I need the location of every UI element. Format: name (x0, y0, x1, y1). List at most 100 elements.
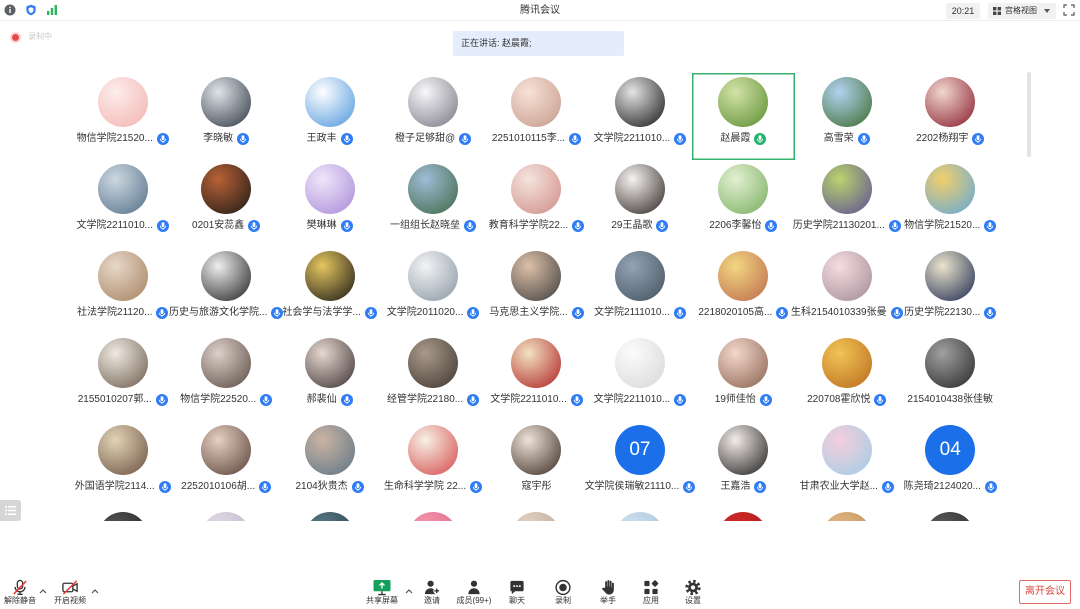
participant-name: 甘肃农业大学赵... (799, 481, 878, 492)
participant-name: 物信学院22520... (180, 394, 257, 405)
network-signal-icon[interactable] (46, 4, 58, 16)
participant-tile[interactable]: 历史学院22130... (899, 247, 1002, 334)
record-label: 录制 (555, 596, 571, 605)
view-mode-label: 宫格视图 (1005, 6, 1037, 15)
unmute-button[interactable]: 解除静音 (0, 579, 40, 606)
participant-avatar (821, 164, 872, 214)
mic-on-icon (984, 220, 997, 232)
participant-avatar (821, 425, 872, 475)
participant-name: 文学院2211010... (593, 133, 671, 144)
participant-avatar (304, 251, 355, 301)
participant-avatar (718, 251, 769, 301)
participant-avatar (201, 425, 252, 475)
apps-label: 应用 (643, 596, 659, 605)
share-screen-label: 共享屏幕 (366, 596, 398, 605)
participant-tile[interactable]: 2154010438张佳敏 (899, 334, 1002, 421)
security-shield-icon[interactable] (25, 4, 37, 16)
members-icon (464, 579, 484, 596)
participant-tile[interactable]: 物信学院21520... (899, 160, 1002, 247)
participant-name-row: 物信学院21520... (875, 218, 1026, 234)
recording-label: 录制中 (28, 32, 52, 41)
camera-off-icon (60, 579, 80, 596)
participant-name: 生科2154010339张曼 (790, 307, 887, 318)
chat-button[interactable]: 聊天 (497, 579, 537, 606)
hand-icon (598, 579, 618, 596)
participant-name: 陈尧琦2124020... (903, 481, 981, 492)
participant-avatar (718, 164, 769, 214)
participant-name: 生命科学学院 22... (383, 481, 467, 492)
participant-avatar (304, 338, 355, 388)
mic-on-icon (340, 133, 353, 145)
mic-on-icon (984, 481, 997, 493)
active-speaker-banner: 正在讲话: 赵晨霞; (453, 31, 624, 56)
participant-avatar (408, 77, 459, 127)
participant-avatar (925, 512, 976, 521)
participant-name: 历史学院21130201... (792, 220, 885, 231)
participant-name: 29王晶歌 (611, 220, 653, 231)
participant-name: 赵晨霞 (720, 133, 751, 144)
participant-avatar (821, 77, 872, 127)
gallery-scrollbar[interactable] (1027, 72, 1031, 157)
apps-button[interactable]: 应用 (631, 579, 671, 606)
raise-hand-button[interactable]: 举手 (588, 579, 628, 606)
start-video-button[interactable]: 开启视频 (50, 579, 90, 606)
participant-avatar (511, 164, 562, 214)
audio-options-caret-icon[interactable] (39, 588, 47, 594)
share-screen-icon (372, 579, 392, 596)
participant-name-row: 2154010438张佳敏 (875, 392, 1026, 408)
participant-avatar (614, 338, 665, 388)
members-button[interactable]: 成员(99+) (451, 579, 497, 606)
avatar-initials: 07 (629, 439, 651, 460)
participant-avatar (97, 338, 148, 388)
share-screen-button[interactable]: 共享屏幕 (362, 579, 402, 606)
fullscreen-icon[interactable] (1063, 4, 1075, 16)
leave-meeting-button[interactable]: 离开会议 (1019, 580, 1071, 604)
participant-avatar (97, 164, 148, 214)
participant-tile[interactable]: 2202杨翔宇 (899, 73, 1002, 160)
info-icon[interactable] (4, 4, 16, 16)
participant-avatar (925, 251, 976, 301)
participant-avatar (97, 251, 148, 301)
mic-on-icon (237, 133, 250, 145)
participant-name: 社法学院21120... (77, 307, 153, 318)
raise-hand-label: 举手 (600, 596, 616, 605)
gear-icon (683, 579, 703, 596)
record-button[interactable]: 录制 (543, 579, 583, 606)
grid-view-icon (993, 7, 1001, 15)
participant-avatar (614, 164, 665, 214)
participant-name: 2154010438张佳敏 (907, 394, 994, 405)
participant-avatar (97, 425, 148, 475)
participant-name-row: 2202杨翔宇 (875, 131, 1026, 147)
participant-avatar (718, 425, 769, 475)
invite-button[interactable]: 邀请 (412, 579, 452, 606)
participant-avatar (304, 77, 355, 127)
participant-tile[interactable]: 04 陈尧琦2124020... (899, 421, 1002, 508)
chat-bubble-icon (507, 579, 527, 596)
participant-name: 樊琳琳 (306, 220, 337, 231)
mic-on-icon (857, 133, 870, 145)
participant-name: 0201安蕊鑫 (192, 220, 245, 231)
participant-name-row: 历史学院22130... (875, 305, 1026, 321)
chat-label: 聊天 (509, 596, 525, 605)
mic-on-icon (972, 133, 985, 145)
video-options-caret-icon[interactable] (91, 588, 99, 594)
participant-avatar (408, 164, 459, 214)
settings-button[interactable]: 设置 (673, 579, 713, 606)
recording-indicator: 录制中 (12, 32, 52, 42)
invite-label: 邀请 (424, 596, 440, 605)
participant-avatar (614, 512, 665, 521)
participant-avatar (201, 512, 252, 521)
participant-avatar (201, 77, 252, 127)
participant-name: 2251010115李... (491, 133, 566, 144)
participant-name: 2155010207郭... (77, 394, 152, 405)
participant-name: 王嘉浩 (720, 481, 751, 492)
participant-name: 高雪荣 (823, 133, 854, 144)
participant-avatar (408, 425, 459, 475)
participant-avatar (614, 77, 665, 127)
participant-name: 外国语学院2114... (74, 481, 155, 492)
view-mode-dropdown[interactable]: 宫格视图 (988, 3, 1056, 19)
participant-avatar (304, 164, 355, 214)
side-panel-toggle[interactable] (0, 500, 21, 521)
participant-name: 物信学院21520... (904, 220, 981, 231)
participant-avatar (511, 512, 562, 521)
